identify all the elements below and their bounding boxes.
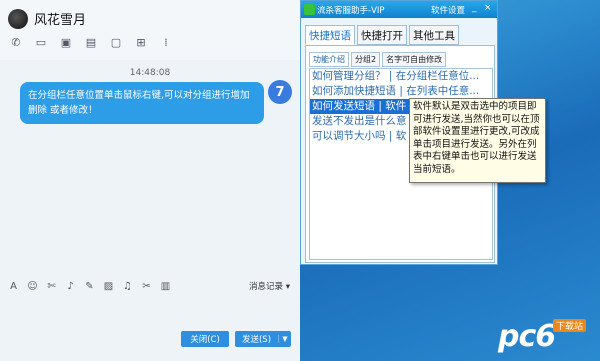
minimize-button[interactable]: _	[472, 3, 477, 13]
contact-name[interactable]: 风花雪月	[34, 9, 86, 28]
tab-quick-phrases[interactable]: 快捷短语	[305, 25, 355, 45]
main-tabs: 快捷短语 快捷打开 其他工具	[305, 25, 459, 45]
sub-tabs: 功能介绍 分组2 名字可自由修改	[309, 52, 447, 67]
video-icon[interactable]: ▭	[31, 34, 51, 50]
add-member-icon[interactable]: ⊞	[131, 34, 151, 50]
screen-share-icon[interactable]: ▣	[56, 34, 76, 50]
chat-toolbar: ✆ ▭ ▣ ▤ ▢ ⊞ ⁞	[6, 33, 176, 51]
input-toolbar: A ☺ ✄ ♪ ✎ ▨ ♫ ✂ ▥ 消息记录 ▾	[0, 277, 300, 295]
close-button[interactable]: 关闭(C)	[181, 331, 229, 347]
tab-quick-open[interactable]: 快捷打开	[357, 25, 407, 45]
font-icon[interactable]: A	[6, 279, 21, 293]
tooltip: 软件默认是双击选中的项目即可进行发送,当然你也可以在顶部软件设置里进行更改,可改…	[409, 98, 546, 183]
message-time: 14:48:08	[129, 68, 171, 78]
watermark-text: pc6	[498, 319, 556, 354]
app-logo-icon	[304, 4, 315, 15]
folder-icon[interactable]: ▤	[81, 34, 101, 50]
settings-button[interactable]: 软件设置	[431, 4, 465, 16]
remote-desktop-icon[interactable]: ▢	[106, 34, 126, 50]
pen-icon[interactable]: ✎	[82, 279, 97, 293]
emoji-icon[interactable]: ☺	[25, 279, 40, 293]
send-button-label[interactable]: 发送(S)	[235, 333, 278, 345]
music-icon[interactable]: ♫	[120, 279, 135, 293]
phone-icon[interactable]: ✆	[6, 34, 26, 50]
watermark-badge: 下载站	[553, 319, 587, 332]
subtab-intro[interactable]: 功能介绍	[309, 52, 349, 67]
trash-icon[interactable]: ▥	[158, 279, 173, 293]
cut-icon[interactable]: ✂	[139, 279, 154, 293]
screenshot-icon[interactable]: ✄	[44, 279, 59, 293]
list-item[interactable]: 如何管理分组？ | 在分组栏任意位...	[310, 69, 492, 84]
subtab-group2[interactable]: 分组2	[351, 52, 381, 67]
image-icon[interactable]: ▨	[101, 279, 116, 293]
message-bubble[interactable]: 在分组栏任意位置单击鼠标右键,可以对分组进行增加 删除 或者修改！	[20, 82, 264, 124]
subtab-rename[interactable]: 名字可自由修改	[382, 52, 447, 67]
chevron-down-icon[interactable]: ▼	[278, 335, 291, 343]
close-window-button[interactable]: ×	[484, 3, 492, 13]
my-avatar[interactable]: 7	[268, 80, 292, 104]
history-button[interactable]: 消息记录 ▾	[249, 280, 290, 292]
chat-window: 风花雪月 ✆ ▭ ▣ ▤ ▢ ⊞ ⁞ 14:48:08 在分组栏任意位置单击鼠标…	[0, 0, 300, 361]
apps-icon[interactable]: ⁞	[156, 34, 176, 50]
voice-icon[interactable]: ♪	[63, 279, 78, 293]
assistant-title: 流杀客服助手-VIP	[317, 6, 385, 16]
watermark-logo: pc6 下载站	[498, 315, 598, 359]
list-item[interactable]: 如何添加快捷短语 | 在列表中任意...	[310, 84, 492, 99]
send-button[interactable]: 发送(S) ▼	[235, 331, 291, 347]
assistant-titlebar: 流杀客服助手-VIP 软件设置 _ ×	[301, 1, 497, 18]
tab-other-tools[interactable]: 其他工具	[409, 25, 459, 45]
chat-header: 风花雪月 ✆ ▭ ▣ ▤ ▢ ⊞ ⁞	[0, 0, 300, 60]
contact-avatar[interactable]	[8, 9, 28, 29]
